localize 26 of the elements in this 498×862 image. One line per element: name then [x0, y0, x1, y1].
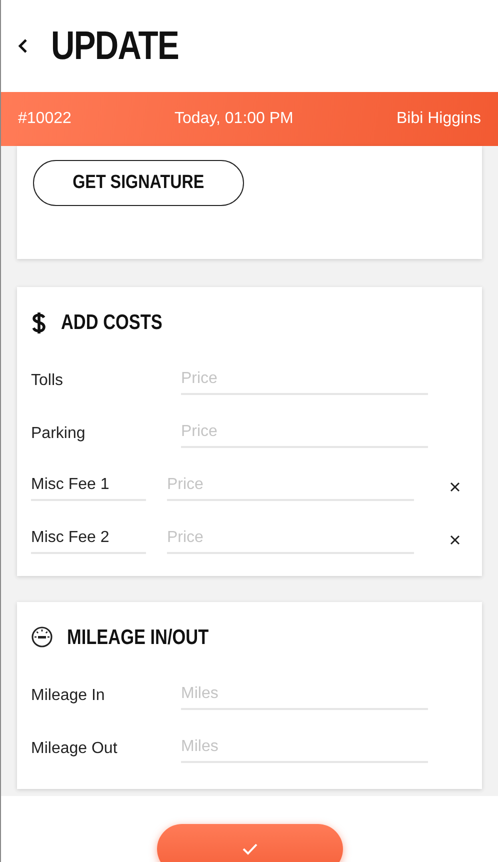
speedometer-icon: [31, 626, 53, 648]
fee-name-field[interactable]: Misc Fee 1: [31, 473, 146, 501]
customer-name: Bibi Higgins: [396, 109, 481, 129]
field-label: Mileage In: [31, 686, 106, 706]
get-signature-button[interactable]: GET SIGNATURE: [33, 160, 244, 206]
fee-name-field[interactable]: Misc Fee 2: [31, 526, 146, 554]
field-label: Parking: [31, 424, 86, 444]
section-title: ADD COSTS: [61, 310, 162, 336]
field-label: Mileage Out: [31, 738, 118, 758]
page-title: UPDATE: [51, 23, 178, 70]
dollar-icon: [31, 310, 47, 335]
value-field[interactable]: Price: [167, 473, 414, 501]
value-field[interactable]: Miles: [181, 734, 428, 762]
value-field[interactable]: Miles: [181, 682, 428, 710]
check-icon: [242, 843, 258, 855]
value-field[interactable]: Price: [181, 420, 428, 448]
field-label: Tolls: [31, 371, 64, 391]
appointment-time: Today, 01:00 PM: [174, 109, 294, 129]
order-number: #10022: [18, 109, 72, 129]
value-field[interactable]: Price: [167, 526, 414, 554]
confirm-button[interactable]: [156, 824, 342, 862]
value-field[interactable]: Price: [181, 367, 428, 395]
section-title: MILEAGE IN/OUT: [67, 624, 209, 650]
close-icon[interactable]: [450, 535, 460, 545]
close-icon[interactable]: [450, 482, 460, 492]
back-button[interactable]: [17, 38, 29, 54]
